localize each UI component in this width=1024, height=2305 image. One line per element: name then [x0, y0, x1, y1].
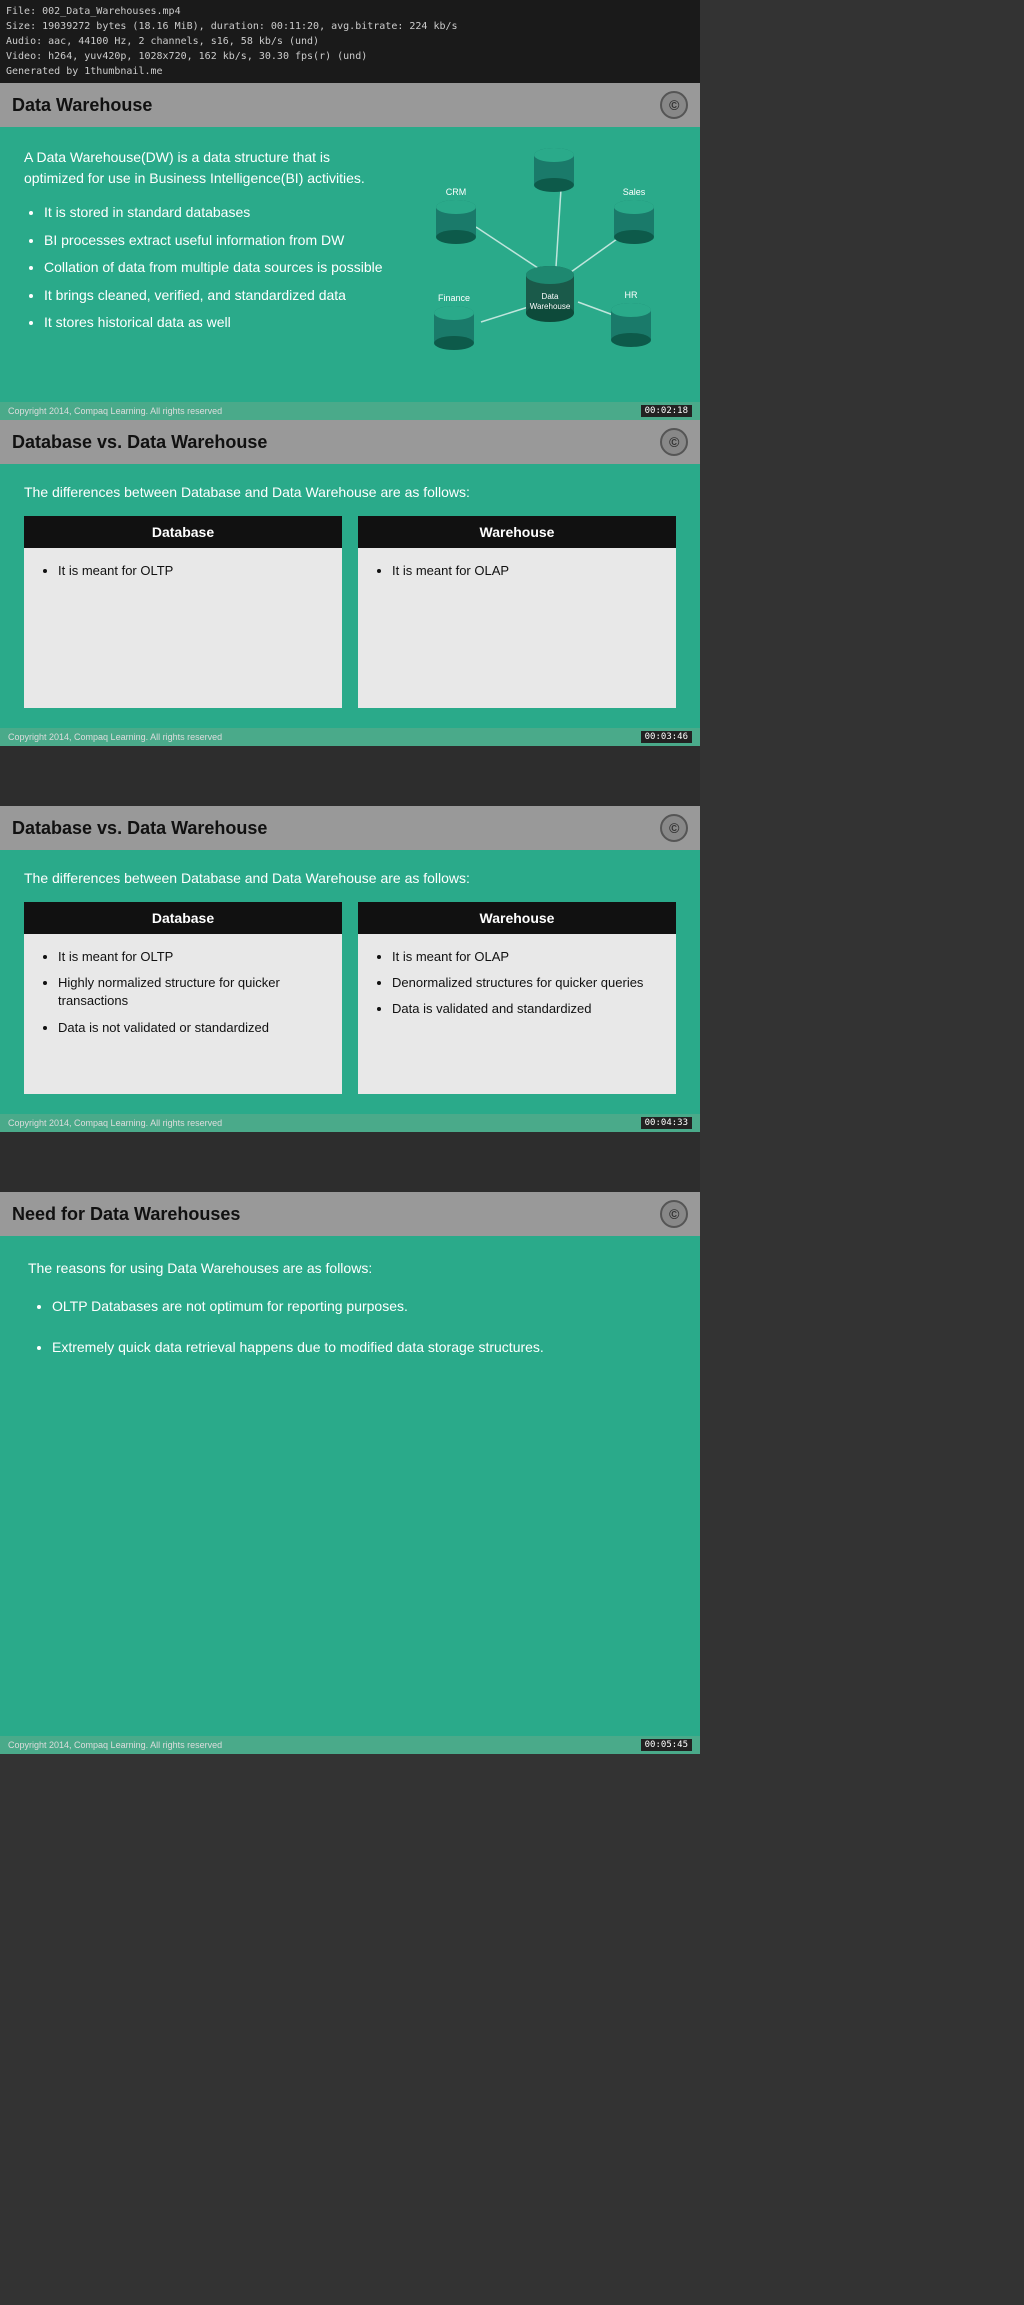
svg-text:Data: Data: [542, 292, 559, 301]
slide-3-intro: The differences between Database and Dat…: [24, 870, 676, 886]
svg-text:Sales: Sales: [623, 187, 646, 197]
slide-4-title: Need for Data Warehouses: [12, 1204, 240, 1225]
slide-3-db-bullet-1: It is meant for OLTP: [58, 948, 324, 966]
slide-1: Data Warehouse © A Data Warehouse(DW) is…: [0, 83, 700, 420]
file-info-line2: Size: 19039272 bytes (18.16 MiB), durati…: [6, 19, 694, 34]
svg-text:HR: HR: [625, 290, 638, 300]
slide-2-intro: The differences between Database and Dat…: [24, 484, 676, 500]
slide-2-db-col: Database It is meant for OLTP: [24, 516, 342, 708]
slide-2-db-body: It is meant for OLTP: [24, 548, 342, 708]
slide-4-bullet-1: OLTP Databases are not optimum for repor…: [52, 1296, 672, 1317]
file-info-line5: Generated by 1thumbnail.me: [6, 64, 694, 79]
slide-3-db-header: Database: [24, 902, 342, 934]
slide-3-wh-body: It is meant for OLAP Denormalized struct…: [358, 934, 676, 1094]
slide-2-header: Database vs. Data Warehouse ©: [0, 420, 700, 464]
slide-3-db-body: It is meant for OLTP Highly normalized s…: [24, 934, 342, 1094]
slide-3-header: Database vs. Data Warehouse ©: [0, 806, 700, 850]
slide-4-timestamp: 00:05:45: [641, 1739, 692, 1751]
slide-1-text: A Data Warehouse(DW) is a data structure…: [24, 147, 386, 382]
slide-4-bullets: OLTP Databases are not optimum for repor…: [52, 1296, 672, 1358]
slide-1-timestamp: 00:02:18: [641, 405, 692, 417]
copyright-icon-1: ©: [660, 91, 688, 119]
slide-2-db-header: Database: [24, 516, 342, 548]
slide-1-copyright-text: Copyright 2014, Compaq Learning. All rig…: [8, 406, 222, 416]
data-warehouse-diagram: ERP CRM: [396, 147, 676, 377]
bullet-1-1: It is stored in standard databases: [44, 203, 386, 223]
slide-3-wh-col: Warehouse It is meant for OLAP Denormali…: [358, 902, 676, 1094]
slide-3-timestamp: 00:04:33: [641, 1117, 692, 1129]
slide-3-wh-bullets: It is meant for OLAP Denormalized struct…: [392, 948, 658, 1019]
copyright-icon-3: ©: [660, 814, 688, 842]
slide-3-db-bullet-2: Highly normalized structure for quicker …: [58, 974, 324, 1010]
bullet-1-5: It stores historical data as well: [44, 313, 386, 333]
slide-4: Need for Data Warehouses © The reasons f…: [0, 1192, 700, 1754]
slide-4-copyright-text: Copyright 2014, Compaq Learning. All rig…: [8, 1740, 222, 1750]
svg-text:CRM: CRM: [446, 187, 467, 197]
bullet-1-4: It brings cleaned, verified, and standar…: [44, 286, 386, 306]
slide-2-title: Database vs. Data Warehouse: [12, 432, 267, 453]
svg-text:Warehouse: Warehouse: [530, 302, 571, 311]
slide-3-db-bullet-3: Data is not validated or standardized: [58, 1019, 324, 1037]
slide-4-copyright-bar: Copyright 2014, Compaq Learning. All rig…: [0, 1736, 700, 1754]
slide-2-copyright-bar: Copyright 2014, Compaq Learning. All rig…: [0, 728, 700, 746]
slide-3-wh-bullet-3: Data is validated and standardized: [392, 1000, 658, 1018]
slide-1-bullets: It is stored in standard databases BI pr…: [44, 203, 386, 333]
slide-3-db-col: Database It is meant for OLTP Highly nor…: [24, 902, 342, 1094]
slide-1-content: A Data Warehouse(DW) is a data structure…: [0, 127, 700, 402]
file-info-bar: File: 002_Data_Warehouses.mp4 Size: 1903…: [0, 0, 700, 83]
slide-3-wh-header: Warehouse: [358, 902, 676, 934]
slide-3-copyright-bar: Copyright 2014, Compaq Learning. All rig…: [0, 1114, 700, 1132]
slide-1-title: Data Warehouse: [12, 95, 152, 116]
slide-4-intro: The reasons for using Data Warehouses ar…: [28, 1260, 672, 1276]
slide-2-comparison: Database It is meant for OLTP Warehouse …: [24, 516, 676, 708]
slide-3-content: The differences between Database and Dat…: [0, 850, 700, 1114]
slide-4-header: Need for Data Warehouses ©: [0, 1192, 700, 1236]
copyright-icon-2: ©: [660, 428, 688, 456]
file-info-line4: Video: h264, yuv420p, 1028x720, 162 kb/s…: [6, 49, 694, 64]
slide-4-content: The reasons for using Data Warehouses ar…: [0, 1236, 700, 1536]
slide-2-db-bullet-1: It is meant for OLTP: [58, 562, 324, 580]
slide-1-copyright-bar: Copyright 2014, Compaq Learning. All rig…: [0, 402, 700, 420]
slide-3-copyright-text: Copyright 2014, Compaq Learning. All rig…: [8, 1118, 222, 1128]
slide-2-wh-header: Warehouse: [358, 516, 676, 548]
slide-1-intro: A Data Warehouse(DW) is a data structure…: [24, 147, 386, 189]
slide-2-timestamp: 00:03:46: [641, 731, 692, 743]
slide-2-wh-bullets: It is meant for OLAP: [392, 562, 658, 580]
copyright-icon-4: ©: [660, 1200, 688, 1228]
slide-2: Database vs. Data Warehouse © The differ…: [0, 420, 700, 746]
slide-3-title: Database vs. Data Warehouse: [12, 818, 267, 839]
slide-1-header: Data Warehouse ©: [0, 83, 700, 127]
slide-3-db-bullets: It is meant for OLTP Highly normalized s…: [58, 948, 324, 1037]
slide-2-wh-bullet-1: It is meant for OLAP: [392, 562, 658, 580]
slide-4-bullet-2: Extremely quick data retrieval happens d…: [52, 1337, 672, 1358]
slide-3: Database vs. Data Warehouse © The differ…: [0, 806, 700, 1132]
svg-text:Finance: Finance: [438, 293, 470, 303]
bullet-1-2: BI processes extract useful information …: [44, 231, 386, 251]
slide-2-db-bullets: It is meant for OLTP: [58, 562, 324, 580]
file-info-line1: File: 002_Data_Warehouses.mp4: [6, 4, 694, 19]
bullet-1-3: Collation of data from multiple data sou…: [44, 258, 386, 278]
slide-1-diagram: ERP CRM: [396, 147, 676, 382]
slide-3-wh-bullet-1: It is meant for OLAP: [392, 948, 658, 966]
slide-2-wh-col: Warehouse It is meant for OLAP: [358, 516, 676, 708]
slide-2-wh-body: It is meant for OLAP: [358, 548, 676, 708]
file-info-line3: Audio: aac, 44100 Hz, 2 channels, s16, 5…: [6, 34, 694, 49]
slide-2-copyright-text: Copyright 2014, Compaq Learning. All rig…: [8, 732, 222, 742]
slide-3-comparison: Database It is meant for OLTP Highly nor…: [24, 902, 676, 1094]
slide-3-wh-bullet-2: Denormalized structures for quicker quer…: [392, 974, 658, 992]
slide-2-content: The differences between Database and Dat…: [0, 464, 700, 728]
